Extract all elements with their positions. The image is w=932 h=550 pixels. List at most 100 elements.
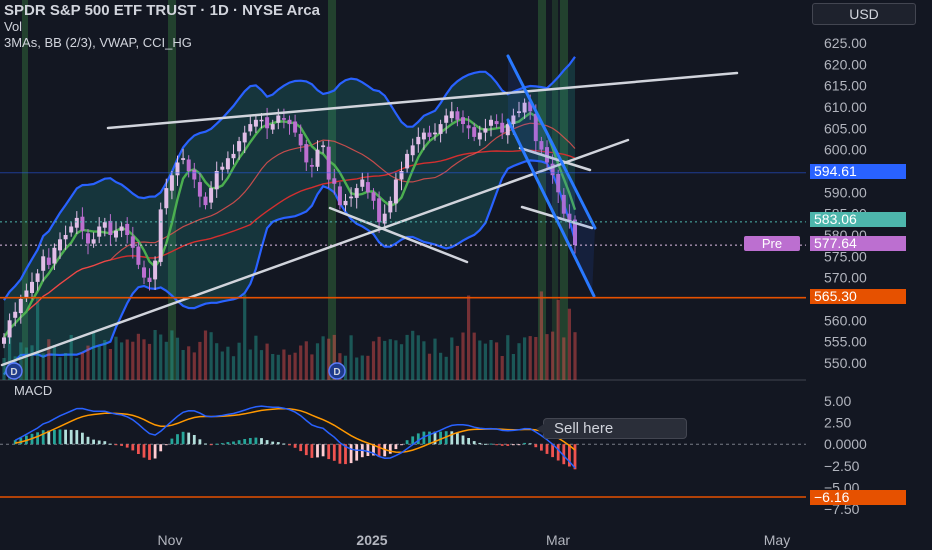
macd-hist-bar bbox=[176, 434, 179, 445]
macd-hist-bar bbox=[198, 439, 202, 445]
volume-bar bbox=[360, 355, 364, 380]
macd-hist-bar bbox=[338, 444, 342, 464]
candle-body bbox=[360, 179, 365, 187]
symbol-title[interactable]: SPDR S&P 500 ETF TRUST · 1D · NYSE Arca bbox=[4, 2, 320, 19]
candle-body bbox=[2, 337, 6, 344]
volume-bar bbox=[170, 330, 174, 380]
dividend-marker-letter: D bbox=[333, 367, 340, 378]
volume-bar bbox=[551, 331, 555, 380]
volume-bar bbox=[276, 354, 280, 380]
macd-hist-bar bbox=[394, 444, 398, 450]
volume-bar bbox=[2, 358, 6, 380]
volume-bar bbox=[528, 336, 532, 380]
candle-body bbox=[483, 128, 488, 133]
candle-body bbox=[102, 222, 107, 228]
volume-bar bbox=[120, 342, 124, 380]
volume-bar bbox=[198, 341, 202, 380]
macd-hist-bar bbox=[495, 444, 498, 446]
volume-bar bbox=[556, 299, 560, 380]
macd-hist-bar bbox=[97, 440, 101, 445]
price-tick-label: 590.00 bbox=[824, 184, 867, 200]
volume-bar bbox=[411, 330, 415, 380]
volume-bar bbox=[181, 350, 185, 380]
price-axis[interactable]: 625.00620.00615.00610.00605.00600.00595.… bbox=[806, 0, 932, 550]
price-tick-label: 615.00 bbox=[824, 78, 867, 94]
macd-hist-bar bbox=[137, 444, 140, 454]
macd-hist-bar bbox=[148, 444, 151, 460]
volume-bar bbox=[293, 352, 297, 380]
volume-bar bbox=[64, 353, 68, 380]
volume-bar bbox=[355, 357, 359, 380]
macd-hist-bar bbox=[53, 429, 56, 445]
volume-bar bbox=[394, 340, 398, 380]
volume-bar bbox=[125, 339, 129, 380]
macd-hist-bar bbox=[142, 444, 146, 458]
macd-hist-bar bbox=[153, 444, 157, 459]
volume-bar bbox=[433, 338, 437, 380]
candle-body bbox=[270, 124, 275, 130]
indicators-label[interactable]: 3MAs, BB (2/3), VWAP, CCI_HG bbox=[4, 35, 192, 50]
dividend-marker-letter: D bbox=[10, 367, 17, 378]
volume-bar bbox=[30, 345, 34, 380]
macd-hist-bar bbox=[187, 432, 191, 445]
macd-hist-bar bbox=[506, 444, 510, 446]
macd-hist-bar bbox=[293, 444, 297, 448]
volume-bar bbox=[97, 345, 101, 380]
volume-bar bbox=[231, 356, 236, 380]
volume-bar bbox=[86, 345, 90, 380]
sell-here-callout[interactable]: Sell here bbox=[536, 418, 687, 439]
currency-button[interactable]: USD bbox=[812, 3, 916, 25]
macd-hist-bar bbox=[528, 443, 532, 445]
volume-bar bbox=[136, 333, 140, 380]
macd-hist-bar bbox=[540, 444, 543, 451]
macd-hist-bar bbox=[209, 444, 213, 446]
macd-hist-bar bbox=[41, 430, 45, 445]
macd-hist-bar bbox=[500, 444, 504, 446]
macd-hist-bar bbox=[120, 444, 123, 446]
volume-bar bbox=[92, 332, 96, 380]
candle-body bbox=[477, 132, 482, 140]
candle-body bbox=[332, 178, 337, 184]
macd-hist-bar bbox=[181, 431, 185, 445]
volume-bar bbox=[287, 354, 292, 380]
volume-bar bbox=[500, 356, 504, 380]
volume-bar bbox=[506, 335, 510, 380]
volume-indicator-label[interactable]: Vol bbox=[4, 19, 22, 34]
volume-bar bbox=[511, 354, 515, 380]
callout-text: Sell here bbox=[554, 420, 614, 437]
candle-body bbox=[209, 188, 214, 203]
volume-bar bbox=[75, 357, 79, 380]
macd-hist-bar bbox=[265, 440, 269, 445]
candle-body bbox=[416, 136, 421, 145]
candle-body bbox=[147, 277, 152, 282]
candle-body bbox=[18, 299, 23, 314]
macd-hist-bar bbox=[512, 444, 515, 446]
macd-hist-bar bbox=[103, 441, 107, 445]
candle-body bbox=[405, 153, 410, 169]
macd-hist-bar bbox=[484, 443, 487, 445]
volume-bar bbox=[383, 340, 387, 380]
candle-body bbox=[410, 145, 415, 156]
macd-hist-bar bbox=[220, 443, 224, 445]
price-tick-label: 570.00 bbox=[824, 270, 867, 286]
macd-hist-bar bbox=[534, 444, 538, 448]
macd-hist-bar bbox=[170, 438, 174, 445]
price-tick-label: 550.00 bbox=[824, 355, 867, 371]
candle-body bbox=[52, 247, 57, 264]
volume-bar bbox=[142, 339, 146, 380]
candle-body bbox=[427, 132, 432, 137]
volume-bar bbox=[377, 336, 381, 380]
volume-bar bbox=[153, 330, 157, 380]
candle-body bbox=[97, 226, 102, 237]
macd-hist-bar bbox=[472, 441, 476, 445]
price-tick-label: 560.00 bbox=[824, 312, 867, 328]
macd-hist-bar bbox=[114, 444, 118, 446]
candle-body bbox=[186, 159, 191, 171]
volume-bar bbox=[483, 343, 487, 380]
macd-hist-bar bbox=[58, 429, 62, 445]
time-tick-label: May bbox=[764, 532, 790, 548]
volume-bar bbox=[24, 347, 28, 380]
candle-body bbox=[114, 230, 118, 238]
macd-hist-bar bbox=[428, 431, 431, 445]
macd-pane-label[interactable]: MACD bbox=[14, 383, 52, 398]
